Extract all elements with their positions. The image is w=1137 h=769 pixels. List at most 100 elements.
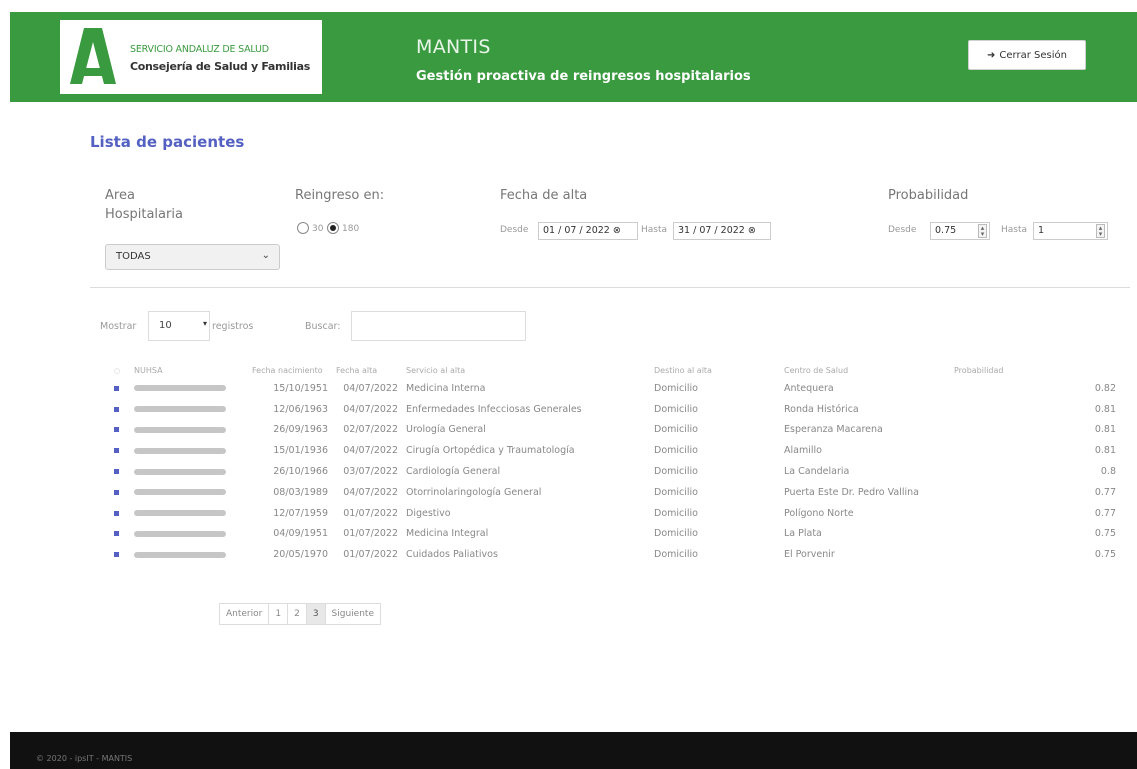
col-destino[interactable]: Destino al alta xyxy=(650,362,780,378)
page-length-select[interactable]: 10 ▾ xyxy=(148,311,210,341)
junta-andalucia-logo-icon xyxy=(70,28,116,84)
radio-180-label: 180 xyxy=(342,224,360,234)
cell-servicio: Cuidados Paliativos xyxy=(406,549,498,561)
table-row[interactable]: 26/09/1963 02/07/2022 Urología General Domi… xyxy=(110,420,1120,441)
square-bullet-icon[interactable] xyxy=(114,531,119,537)
cell-nacimiento: 20/05/1970 xyxy=(273,549,328,561)
cell-nacimiento: 26/09/1963 xyxy=(273,424,328,436)
header-bar: SERVICIO ANDALUZ DE SALUD Consejería de … xyxy=(10,12,1137,102)
table-row[interactable]: 26/10/1966 03/07/2022 Cardiología General D… xyxy=(110,461,1120,482)
cell-prob: 0.81 xyxy=(1094,403,1116,415)
square-bullet-icon[interactable] xyxy=(114,552,119,558)
radio-180[interactable] xyxy=(327,222,339,234)
col-fecha-nacimiento[interactable]: Fecha nacimiento xyxy=(248,362,332,378)
table-row[interactable]: 15/10/1951 04/07/2022 Medicina Interna Domi… xyxy=(110,378,1120,399)
cell-alta: 04/07/2022 xyxy=(343,445,398,457)
square-bullet-icon[interactable] xyxy=(114,489,119,495)
cell-nuhsa xyxy=(130,482,248,503)
prob-desde-label: Desde xyxy=(888,225,917,235)
footer-copyright: © 2020 - ipsIT - MANTIS xyxy=(36,754,133,763)
cell-centro: Puerta Este Dr. Pedro Vallina xyxy=(784,486,919,498)
cell-destino: Domicilio xyxy=(654,507,698,519)
col-servicio[interactable]: Servicio al alta xyxy=(402,362,650,378)
caret-down-icon: ▾ xyxy=(202,319,207,328)
select-all-header[interactable]: ○ xyxy=(110,362,130,378)
cell-nacimiento: 08/03/1989 xyxy=(273,486,328,498)
pagination-page-3[interactable]: 3 xyxy=(306,604,326,624)
cell-nuhsa xyxy=(130,399,248,420)
fecha-desde-value: 01 / 07 / 2022 xyxy=(543,225,610,236)
area-select[interactable]: TODAS ⌄ xyxy=(105,244,280,270)
cell-destino: Domicilio xyxy=(654,403,698,415)
square-bullet-icon[interactable] xyxy=(114,510,119,516)
prob-desde-input[interactable]: 0.75 ▴ ▾ xyxy=(930,222,990,240)
spinner-icon[interactable]: ▴ ▾ xyxy=(1096,224,1105,238)
cell-nuhsa xyxy=(130,544,248,565)
cell-prob: 0.81 xyxy=(1094,445,1116,457)
cell-destino: Domicilio xyxy=(654,382,698,394)
cell-nuhsa xyxy=(130,420,248,441)
cell-nuhsa xyxy=(130,503,248,524)
cell-alta: 01/07/2022 xyxy=(343,549,398,561)
pagination-next[interactable]: Siguiente xyxy=(326,604,380,624)
row-marker xyxy=(110,544,130,565)
area-select-value: TODAS xyxy=(116,251,151,262)
pagination-page-1[interactable]: 1 xyxy=(269,604,289,624)
logo-text-ministry: Consejería de Salud y Familias xyxy=(130,60,310,73)
table-row[interactable]: 12/06/1963 04/07/2022 Enfermedades Infecci… xyxy=(110,399,1120,420)
fecha-desde-input[interactable]: 01 / 07 / 2022 ⊗ xyxy=(538,222,638,240)
table-row[interactable]: 20/05/1970 01/07/2022 Cuidados Paliativos D… xyxy=(110,544,1120,565)
prob-hasta-value: 1 xyxy=(1038,225,1045,236)
logout-button[interactable]: ➜ Cerrar Sesión xyxy=(968,40,1086,70)
cell-servicio: Enfermedades Infecciosas Generales xyxy=(406,403,582,415)
clear-icon[interactable]: ⊗ xyxy=(748,225,756,236)
cell-nacimiento: 15/01/1936 xyxy=(273,445,328,457)
cell-servicio: Medicina Integral xyxy=(406,528,489,540)
cell-nacimiento: 15/10/1951 xyxy=(273,382,328,394)
square-bullet-icon[interactable] xyxy=(114,469,119,475)
redacted-nuhsa xyxy=(134,510,226,517)
redacted-nuhsa xyxy=(134,406,226,413)
table-row[interactable]: 04/09/1951 01/07/2022 Medicina Integral Dom… xyxy=(110,524,1120,545)
cell-servicio: Urología General xyxy=(406,424,486,436)
table-row[interactable]: 15/01/1936 04/07/2022 Cirugía Ortopédica y… xyxy=(110,440,1120,461)
table-header-row: ○ NUHSA Fecha nacimiento Fecha alta Serv… xyxy=(110,362,1120,378)
row-marker xyxy=(110,399,130,420)
prob-hasta-label: Hasta xyxy=(1001,225,1028,235)
cell-centro: Ronda Histórica xyxy=(784,403,859,415)
square-bullet-icon[interactable] xyxy=(114,406,119,412)
col-probabilidad[interactable]: Probabilidad xyxy=(950,362,1120,378)
pagination-page-2[interactable]: 2 xyxy=(288,604,307,624)
cell-servicio: Digestivo xyxy=(406,507,451,519)
fecha-hasta-input[interactable]: 31 / 07 / 2022 ⊗ xyxy=(673,222,771,240)
cell-nacimiento: 12/07/1959 xyxy=(273,507,328,519)
square-bullet-icon[interactable] xyxy=(114,385,119,391)
pagination-prev[interactable]: Anterior xyxy=(220,604,270,624)
table-row[interactable]: 08/03/1989 04/07/2022 Otorrinolaringología… xyxy=(110,482,1120,503)
redacted-nuhsa xyxy=(134,426,226,433)
col-nuhsa[interactable]: NUHSA xyxy=(130,362,248,378)
cell-prob: 0.77 xyxy=(1094,486,1116,498)
row-marker xyxy=(110,461,130,482)
radio-30[interactable] xyxy=(297,222,309,234)
table-row[interactable]: 12/07/1959 01/07/2022 Digestivo Domicilio Po… xyxy=(110,503,1120,524)
cell-centro: Polígono Norte xyxy=(784,507,854,519)
clear-icon[interactable]: ⊗ xyxy=(613,225,621,236)
square-bullet-icon[interactable] xyxy=(114,427,119,433)
cell-centro: Alamillo xyxy=(784,445,822,457)
cell-nuhsa xyxy=(130,378,248,399)
prob-hasta-input[interactable]: 1 ▴ ▾ xyxy=(1033,222,1108,240)
cell-prob: 0.75 xyxy=(1094,549,1116,561)
search-input[interactable] xyxy=(351,311,526,341)
row-marker xyxy=(110,482,130,503)
pagination: Anterior 1 2 3 Siguiente xyxy=(219,603,381,625)
page: SERVICIO ANDALUZ DE SALUD Consejería de … xyxy=(10,0,1137,769)
square-bullet-icon[interactable] xyxy=(114,448,119,454)
redacted-nuhsa xyxy=(134,447,226,454)
spinner-icon[interactable]: ▴ ▾ xyxy=(978,224,987,238)
col-fecha-alta[interactable]: Fecha alta xyxy=(332,362,402,378)
cell-destino: Domicilio xyxy=(654,528,698,540)
cell-centro: El Porvenir xyxy=(784,549,835,561)
col-centro[interactable]: Centro de Salud xyxy=(780,362,950,378)
row-marker xyxy=(110,440,130,461)
